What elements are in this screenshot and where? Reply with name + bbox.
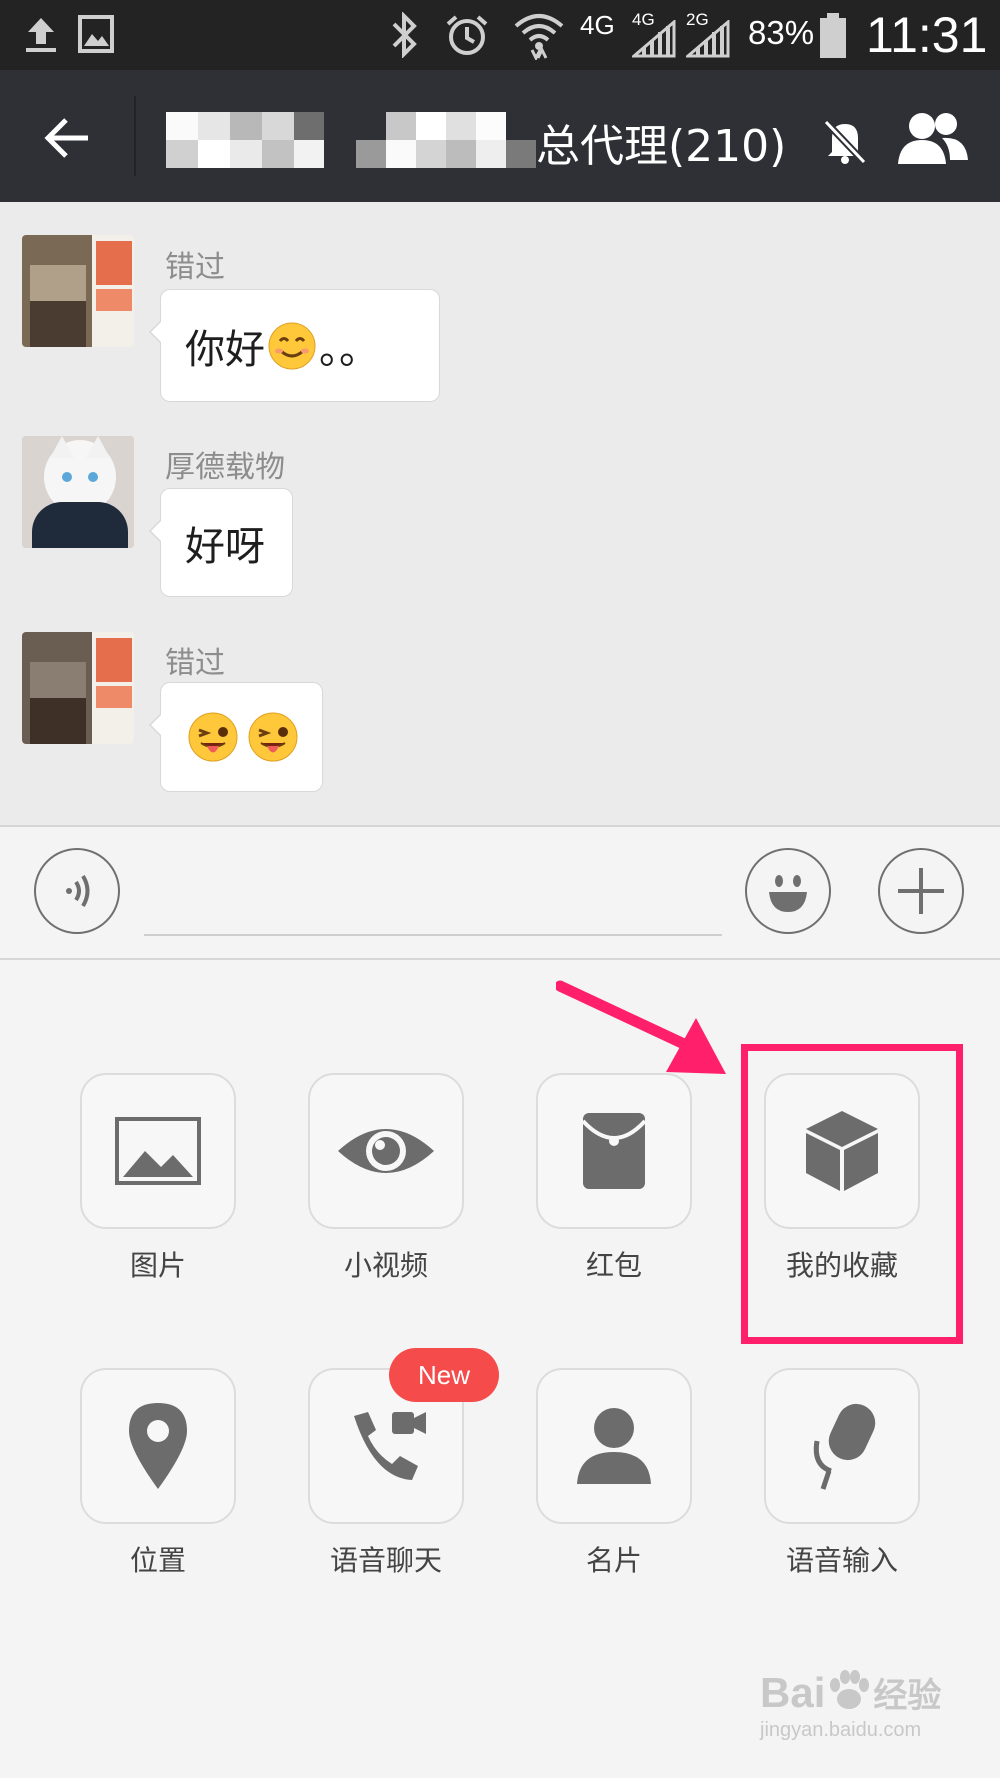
message-text: 你好: [185, 326, 265, 373]
signal-sim2-icon: [686, 20, 730, 58]
voice-call-label: 语音聊天: [329, 1544, 442, 1577]
watermark-jingyan: 经验: [873, 1676, 942, 1716]
wink-tongue-emoji-icon: [248, 712, 298, 762]
voice-wave-icon: [66, 874, 90, 908]
input-bar: [0, 825, 1000, 960]
wink-tongue-emoji-icon: [188, 712, 238, 762]
alarm-icon: [446, 15, 488, 55]
plus-icon: [898, 868, 944, 914]
image-icon: [115, 1117, 201, 1185]
red-packet-button[interactable]: [536, 1073, 692, 1229]
location-button[interactable]: [80, 1368, 236, 1524]
status-time: 11:31: [866, 7, 988, 63]
message-input[interactable]: [144, 934, 722, 936]
watermark-url: jingyan.baidu.com: [760, 1719, 922, 1741]
message-text: 好呀: [185, 523, 265, 570]
mute-bell-icon: [823, 119, 867, 165]
signal-sim1-icon: [632, 20, 676, 58]
network-4g-label: 4G: [580, 10, 615, 40]
microphone-icon: [813, 1403, 876, 1490]
location-pin-icon: [129, 1403, 187, 1489]
phone-video-icon: [354, 1412, 426, 1480]
message-text-suffix: 。。: [319, 326, 379, 373]
baidu-watermark: Bai 经验 jingyan.baidu.com: [760, 1668, 941, 1742]
contact-card-button[interactable]: [536, 1368, 692, 1524]
short-video-button[interactable]: [308, 1073, 464, 1229]
status-bar: 4G 4G 2G 83% 11:31: [0, 0, 1000, 70]
sender-name: 厚德载物: [165, 450, 285, 485]
battery-percent: 83%: [748, 14, 815, 51]
battery-icon: [820, 13, 846, 58]
avatar[interactable]: [22, 235, 134, 347]
chat-header: 总代理(210): [0, 70, 1000, 202]
image-label: 图片: [129, 1249, 186, 1282]
watermark-logo-text: Bai: [760, 1669, 826, 1716]
emoji-button[interactable]: [745, 848, 831, 934]
header-divider: [134, 96, 136, 176]
avatar[interactable]: [22, 632, 134, 744]
gallery-icon: [78, 15, 114, 53]
short-video-label: 小视频: [343, 1249, 428, 1282]
voice-input-button[interactable]: [764, 1368, 920, 1524]
message-bubble[interactable]: [149, 682, 323, 792]
new-badge: New: [389, 1348, 499, 1402]
sender-name: 错过: [165, 646, 225, 681]
red-packet-label: 红包: [585, 1249, 642, 1282]
blurred-group-name: [166, 112, 536, 168]
voice-input-label: 语音输入: [785, 1544, 898, 1577]
location-label: 位置: [129, 1544, 186, 1577]
message-bubble[interactable]: 你好 。。: [149, 289, 440, 402]
paw-icon: [830, 1670, 870, 1709]
red-packet-icon: [581, 1113, 647, 1189]
group-title: 总代理(210): [536, 121, 787, 172]
avatar[interactable]: [22, 436, 134, 548]
wifi-icon: [514, 14, 564, 60]
highlight-box: [741, 1044, 963, 1344]
upload-icon: [26, 18, 56, 52]
group-members-icon[interactable]: [896, 110, 970, 166]
image-button[interactable]: [80, 1073, 236, 1229]
message-bubble[interactable]: 好呀: [149, 488, 293, 597]
back-arrow-icon[interactable]: [44, 114, 92, 162]
smile-emoji-icon: [268, 322, 316, 369]
annotation-arrow: [556, 980, 726, 1074]
bluetooth-icon: [392, 12, 417, 58]
more-button[interactable]: [878, 848, 964, 934]
person-icon: [577, 1408, 651, 1484]
voice-mode-button[interactable]: [34, 848, 120, 934]
smiley-icon: [769, 875, 807, 912]
sender-name: 错过: [165, 250, 225, 285]
contact-card-label: 名片: [585, 1544, 642, 1577]
eye-icon: [338, 1129, 434, 1173]
